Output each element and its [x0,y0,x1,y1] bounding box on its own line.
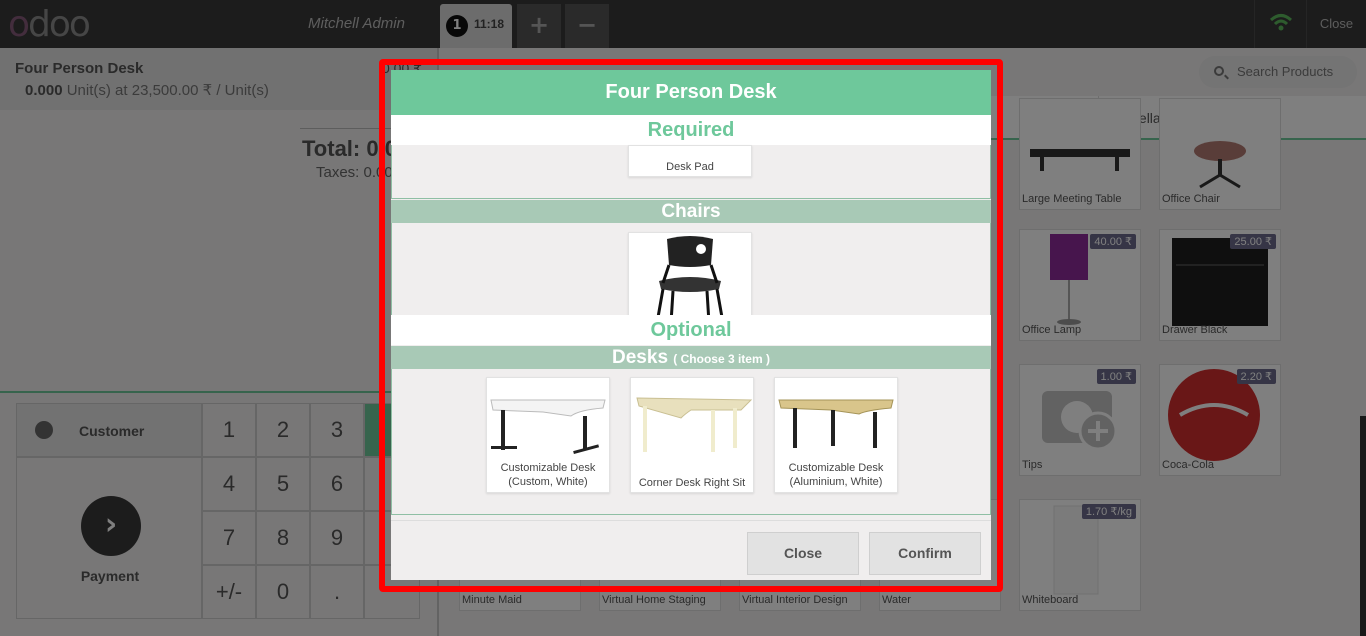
product-card-desk-pad[interactable]: Desk Pad [628,145,752,177]
aluminium-desk-image [778,399,894,448]
product-name: Desk Pad [666,161,714,173]
required-section-title: Required [391,115,991,145]
popup-footer: Close Confirm [391,520,991,580]
combo-configurator-popup: Four Person Desk Required Desk Pad Chair… [391,70,991,580]
chairs-items-area [391,223,991,322]
product-name-line2: (Aluminium, White) [789,476,883,488]
desks-choose-hint: ( Choose 3 item ) [673,352,770,366]
product-card-corner-desk[interactable]: Corner Desk Right Sit [630,377,754,493]
chair-image [655,236,725,321]
white-desk-image [490,399,606,455]
close-button[interactable]: Close [747,532,859,575]
product-name-line1: Customizable Desk [788,462,884,474]
corner-desk-image [636,397,753,452]
required-items-area: Desk Pad [391,145,991,199]
product-card-desk-custom-white[interactable]: Customizable Desk (Custom, White) [486,377,610,493]
product-card-chair[interactable] [628,232,752,322]
product-name-line1: Customizable Desk [500,462,596,474]
optional-section-title: Optional [391,315,991,345]
desks-title: Desks [612,347,669,368]
desks-items-area: Customizable Desk (Custom, White) Corner… [391,369,991,515]
confirm-button[interactable]: Confirm [869,532,981,575]
popup-title: Four Person Desk [391,70,991,115]
desks-group-title: Desks ( Choose 3 item ) [391,346,991,369]
product-name: Corner Desk Right Sit [638,477,746,489]
product-card-desk-aluminium-white[interactable]: Customizable Desk (Aluminium, White) [774,377,898,493]
chairs-group-title: Chairs [391,200,991,223]
product-name-line2: (Custom, White) [508,476,588,488]
